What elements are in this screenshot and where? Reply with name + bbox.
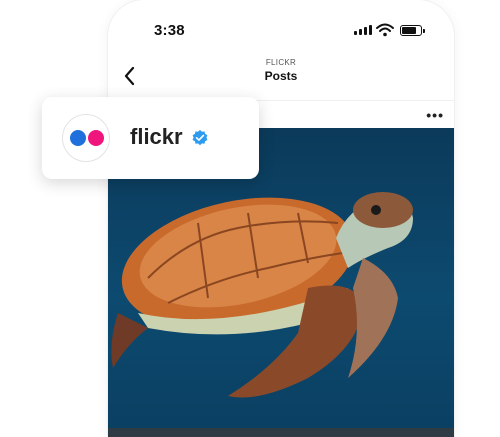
flickr-pink-dot (88, 130, 104, 146)
nav-bar: FLICKR Posts (108, 58, 454, 100)
nav-subtitle: FLICKR (265, 58, 297, 67)
flickr-blue-dot (70, 130, 86, 146)
more-icon[interactable]: ••• (426, 107, 444, 123)
battery-icon (400, 25, 425, 36)
flickr-logo-avatar (62, 114, 110, 162)
profile-name: flickr (130, 124, 183, 149)
profile-card[interactable]: flickr (42, 97, 259, 179)
verified-badge-icon (192, 129, 208, 146)
signal-icon (354, 25, 372, 35)
phone-frame: 3:38 FLICKR Posts ••• (108, 0, 454, 437)
wifi-icon (376, 23, 394, 37)
status-time: 3:38 (154, 22, 185, 39)
page-title: Posts (264, 69, 298, 83)
status-bar: 3:38 (108, 0, 454, 60)
